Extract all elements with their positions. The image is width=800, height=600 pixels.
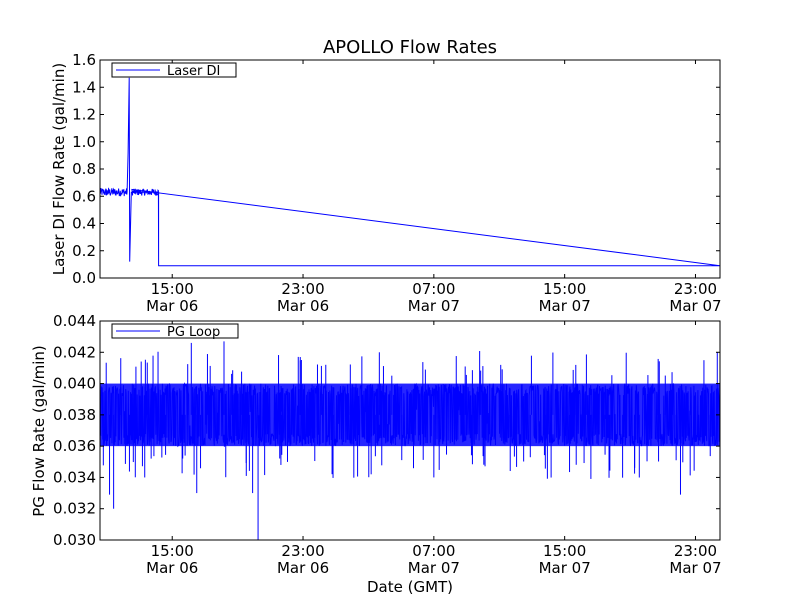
y-tick-label: 0.0 [72,269,96,287]
x-tick-date-label: Mar 07 [669,559,721,577]
x-tick-date-label: Mar 07 [669,297,721,315]
y-tick-label: 1.4 [72,78,96,96]
pg-loop-band [100,383,720,447]
laser-di-legend-label: Laser DI [167,64,220,79]
x-axis-label: Date (GMT) [367,578,453,596]
x-tick-date-label: Mar 07 [539,297,591,315]
x-tick-time-label: 07:00 [412,280,455,298]
figure-title: APOLLO Flow Rates [323,37,497,58]
x-tick-time-label: 15:00 [151,280,194,298]
x-tick-time-label: 23:00 [281,280,324,298]
y-tick-label: 0.032 [53,500,96,518]
x-tick-time-label: 07:00 [412,542,455,560]
y-tick-label: 0.038 [53,406,96,424]
x-tick-date-label: Mar 07 [408,297,460,315]
x-tick-date-label: Mar 06 [277,297,329,315]
y-tick-label: 1.2 [72,106,96,124]
y-tick-label: 0.042 [53,343,96,361]
y-tick-label: 0.8 [72,160,96,178]
y-tick-label: 0.030 [53,531,96,549]
y-tick-label: 0.2 [72,242,96,260]
y-tick-label: 0.4 [72,215,96,233]
pg-loop-y-label: PG Flow Rate (gal/min) [30,345,48,517]
pg-loop-legend-label: PG Loop [167,325,220,340]
pg-loop-legend: PG Loop [111,323,239,340]
y-tick-label: 1.6 [72,51,96,69]
y-tick-label: 1.0 [72,133,96,151]
x-tick-time-label: 23:00 [674,280,717,298]
laser-di-y-label: Laser DI Flow Rate (gal/min) [50,63,68,275]
x-tick-time-label: 23:00 [674,542,717,560]
y-tick-label: 0.040 [53,375,96,393]
x-tick-date-label: Mar 07 [408,559,460,577]
laser-di-legend: Laser DI [111,62,237,79]
figure: APOLLO Flow Rates 0.0 0.2 0.4 0.6 0.8 1.0 1.2 1… [0,0,800,600]
x-tick-time-label: 23:00 [281,542,324,560]
x-tick-date-label: Mar 06 [146,297,198,315]
y-tick-label: 0.044 [53,312,96,330]
x-tick-time-label: 15:00 [543,280,586,298]
x-tick-date-label: Mar 07 [539,559,591,577]
y-tick-label: 0.036 [53,437,96,455]
x-tick-time-label: 15:00 [543,542,586,560]
x-tick-date-label: Mar 06 [146,559,198,577]
y-tick-label: 0.034 [53,468,96,486]
x-tick-time-label: 15:00 [151,542,194,560]
y-tick-label: 0.6 [72,187,96,205]
x-tick-date-label: Mar 06 [277,559,329,577]
